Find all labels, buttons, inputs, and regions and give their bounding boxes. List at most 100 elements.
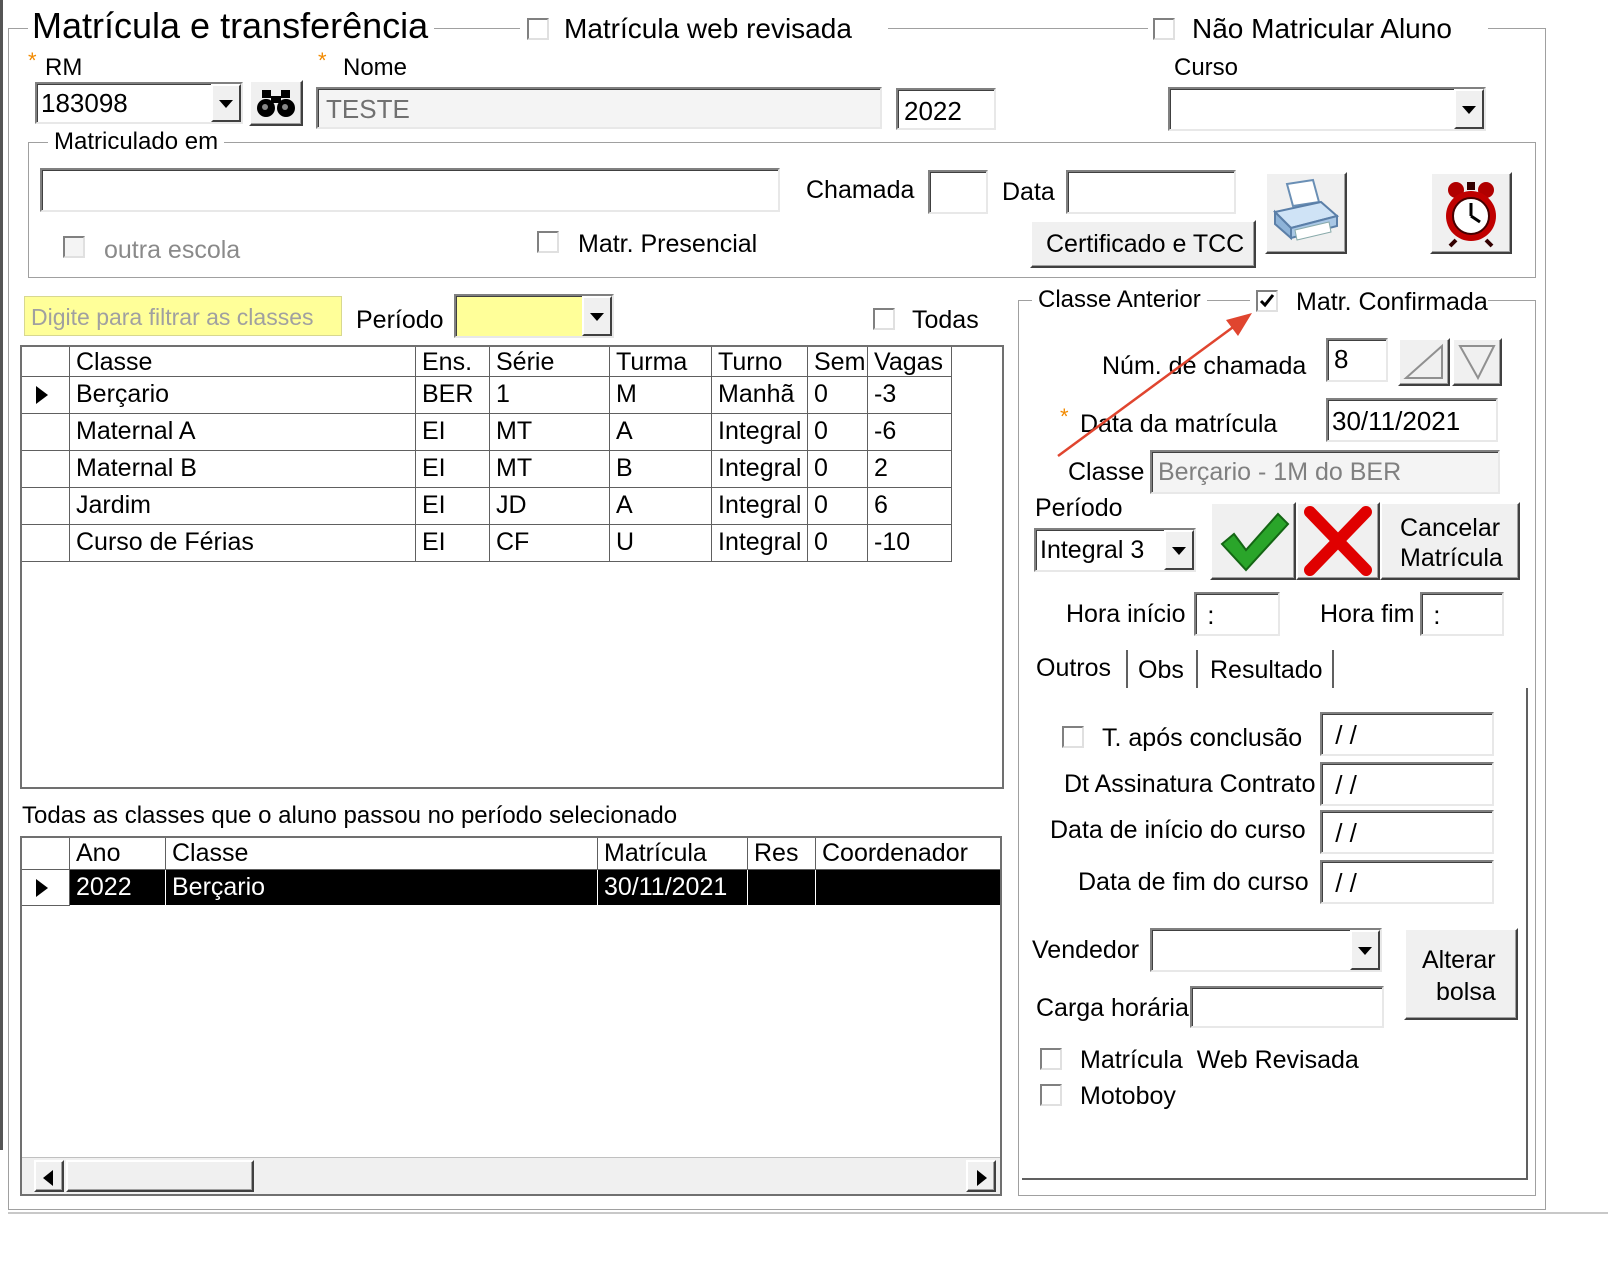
todas-checkbox[interactable]	[873, 308, 895, 330]
nao-matricular-checkbox[interactable]	[1153, 18, 1175, 40]
tab-resultado[interactable]: Resultado	[1210, 658, 1323, 683]
data-inicio-field[interactable]: / /	[1320, 810, 1494, 854]
row-indicator[interactable]	[22, 525, 70, 562]
column-header-5[interactable]: Sem	[808, 347, 868, 377]
column-header-4[interactable]: Turno	[712, 347, 808, 377]
table-cell[interactable]: 0	[808, 451, 868, 488]
table-cell[interactable]: MT	[490, 414, 610, 451]
table-cell[interactable]: Manhã	[712, 377, 808, 414]
table-cell[interactable]: Maternal B	[70, 451, 416, 488]
scroll-right-button[interactable]	[966, 1160, 996, 1192]
matricula-web-revisada-panel-checkbox[interactable]	[1040, 1048, 1062, 1070]
nome-field[interactable]: TESTE	[316, 87, 882, 129]
row-indicator[interactable]	[22, 377, 70, 414]
table-cell[interactable]: U	[610, 525, 712, 562]
confirm-button[interactable]	[1210, 502, 1296, 580]
table-cell[interactable]: BER	[416, 377, 490, 414]
matriculado-em-field[interactable]	[40, 168, 780, 212]
column-header-1[interactable]: Ens.	[416, 347, 490, 377]
table-cell[interactable]: A	[610, 488, 712, 525]
carga-horaria-field[interactable]	[1190, 986, 1384, 1028]
matr-presencial-checkbox[interactable]	[537, 231, 559, 253]
t-apos-conclusao-field[interactable]: / /	[1320, 712, 1494, 756]
history-row-indicator[interactable]	[22, 870, 70, 906]
periodo-filter-combobox[interactable]	[454, 294, 614, 338]
cancel-x-button[interactable]	[1296, 502, 1380, 580]
table-cell[interactable]: B	[610, 451, 712, 488]
alterar-bolsa-button[interactable]: Alterar bolsa	[1404, 928, 1518, 1020]
table-cell[interactable]: 6	[868, 488, 952, 525]
table-cell[interactable]: 2	[868, 451, 952, 488]
motoboy-checkbox[interactable]	[1040, 1084, 1062, 1106]
data-matricula-field[interactable]: 30/11/2021	[1326, 398, 1498, 442]
periodo-combobox[interactable]: Integral 3	[1034, 528, 1196, 572]
num-chamada-field[interactable]: 8	[1326, 338, 1388, 382]
row-indicator[interactable]	[22, 414, 70, 451]
curso-combobox[interactable]	[1168, 87, 1486, 131]
column-header-0[interactable]: Classe	[70, 347, 416, 377]
table-cell[interactable]: M	[610, 377, 712, 414]
table-cell[interactable]: Jardim	[70, 488, 416, 525]
table-cell[interactable]: -6	[868, 414, 952, 451]
tab-obs[interactable]: Obs	[1138, 658, 1184, 683]
table-cell[interactable]: Maternal A	[70, 414, 416, 451]
table-cell[interactable]: CF	[490, 525, 610, 562]
history-column-header-4[interactable]: Coordenador	[816, 838, 1000, 870]
table-cell[interactable]: 1	[490, 377, 610, 414]
table-cell[interactable]: Berçario	[70, 377, 416, 414]
data-field[interactable]	[1066, 170, 1236, 214]
hora-fim-field[interactable]: :	[1420, 592, 1504, 636]
table-cell[interactable]: Curso de Férias	[70, 525, 416, 562]
binoculars-search-button[interactable]	[249, 80, 303, 126]
rm-dropdown-button[interactable]	[211, 84, 241, 122]
table-cell[interactable]: EI	[416, 451, 490, 488]
alarm-clock-button[interactable]	[1430, 172, 1512, 254]
table-cell[interactable]: EI	[416, 525, 490, 562]
history-cell[interactable]: 30/11/2021	[598, 870, 748, 906]
table-cell[interactable]: 0	[808, 525, 868, 562]
table-cell[interactable]: EI	[416, 414, 490, 451]
class-filter-input[interactable]: Digite para filtrar as classes	[24, 296, 342, 336]
history-horizontal-scrollbar[interactable]	[22, 1157, 1000, 1194]
table-cell[interactable]: Integral	[712, 451, 808, 488]
history-cell[interactable]	[748, 870, 816, 906]
history-grid[interactable]: Ano Classe Matrícula Res Coordenador 2022 Berç…	[20, 836, 1002, 1196]
dt-assinatura-field[interactable]: / /	[1320, 762, 1494, 806]
t-apos-conclusao-checkbox[interactable]	[1062, 726, 1084, 748]
hora-inicio-field[interactable]: :	[1194, 592, 1280, 636]
classes-grid[interactable]: Classe Ens. Série Turma Turno Sem Vagas Berçari…	[20, 345, 1004, 789]
periodo-filter-dropdown-button[interactable]	[582, 296, 612, 336]
history-column-header-0[interactable]: Ano	[70, 838, 166, 870]
column-header-3[interactable]: Turma	[610, 347, 712, 377]
chamada-up-button[interactable]	[1398, 338, 1450, 386]
ano-field[interactable]: 2022	[896, 88, 996, 130]
outra-escola-checkbox[interactable]	[63, 236, 85, 258]
history-cell[interactable]	[816, 870, 1000, 906]
table-cell[interactable]: Integral	[712, 488, 808, 525]
scroll-thumb[interactable]	[66, 1160, 254, 1192]
history-cell[interactable]: Berçario	[166, 870, 598, 906]
table-cell[interactable]: Integral	[712, 525, 808, 562]
data-fim-field[interactable]: / /	[1320, 860, 1494, 904]
table-cell[interactable]: 0	[808, 488, 868, 525]
curso-dropdown-button[interactable]	[1454, 89, 1484, 129]
vendedor-combobox[interactable]	[1150, 928, 1382, 972]
history-cell[interactable]: 2022	[70, 870, 166, 906]
table-cell[interactable]: MT	[490, 451, 610, 488]
history-column-header-1[interactable]: Classe	[166, 838, 598, 870]
certificado-tcc-button[interactable]: Certificado e TCC	[1030, 220, 1256, 268]
table-cell[interactable]: -3	[868, 377, 952, 414]
history-column-header-3[interactable]: Res	[748, 838, 816, 870]
table-cell[interactable]: Integral	[712, 414, 808, 451]
chamada-field[interactable]	[928, 170, 988, 214]
table-cell[interactable]: 0	[808, 377, 868, 414]
cancelar-matricula-button[interactable]: Cancelar Matrícula	[1380, 502, 1520, 580]
table-cell[interactable]: 0	[808, 414, 868, 451]
table-cell[interactable]: A	[610, 414, 712, 451]
row-indicator[interactable]	[22, 451, 70, 488]
table-cell[interactable]: EI	[416, 488, 490, 525]
table-cell[interactable]: -10	[868, 525, 952, 562]
rm-combobox[interactable]: 183098	[35, 82, 243, 124]
column-header-2[interactable]: Série	[490, 347, 610, 377]
chamada-down-button[interactable]	[1452, 338, 1502, 386]
